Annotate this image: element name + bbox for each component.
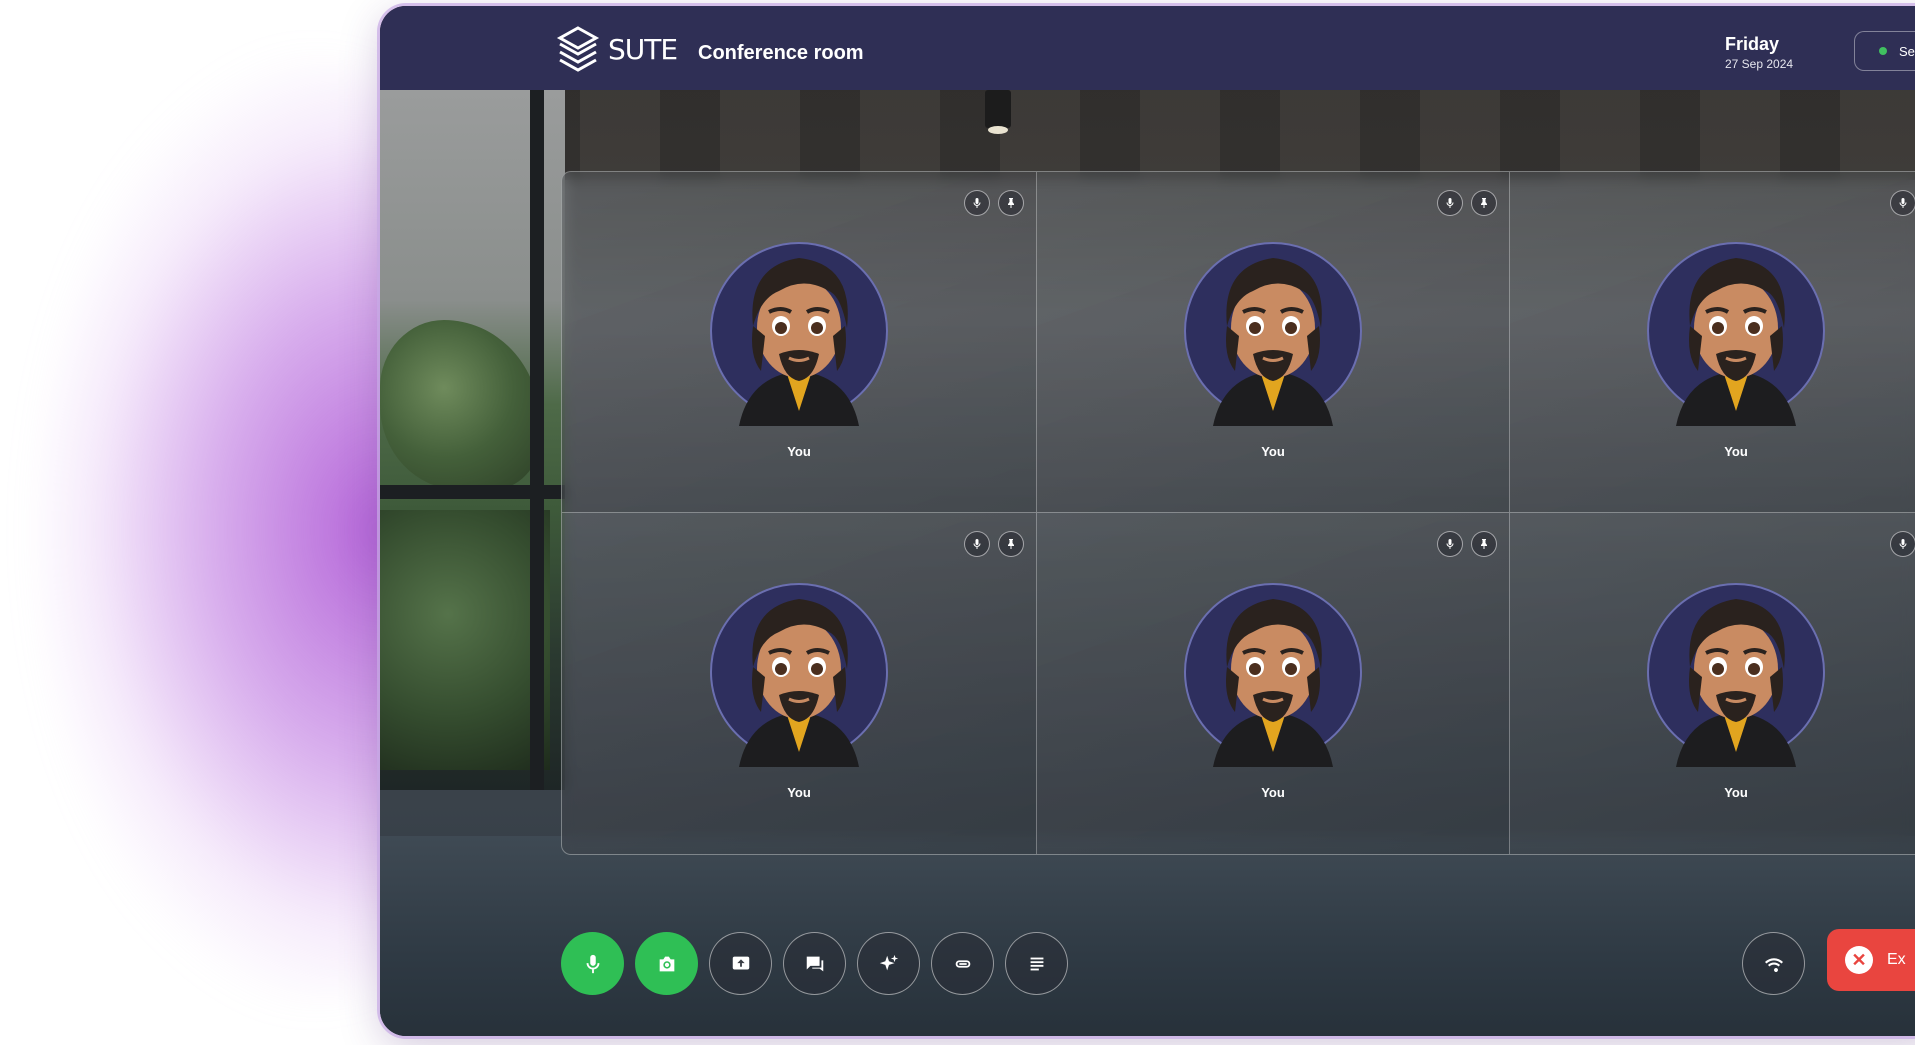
status-button[interactable]: Se <box>1854 31 1915 71</box>
link-icon <box>955 959 970 968</box>
share-screen-icon <box>732 956 749 969</box>
pin-icon <box>1481 198 1487 208</box>
wifi-icon <box>1764 957 1783 972</box>
chat-icon <box>806 956 823 971</box>
room-title: Conference room <box>698 42 864 64</box>
tile-mic-button[interactable] <box>1437 190 1463 216</box>
status-label: Se <box>1899 43 1915 59</box>
camera-button[interactable] <box>635 932 698 995</box>
tile-actions <box>1437 531 1497 557</box>
tile-actions <box>964 190 1024 216</box>
window-background <box>380 90 565 790</box>
date-label: 27 Sep 2024 <box>1725 57 1794 71</box>
pin-icon <box>1008 198 1014 208</box>
share-screen-button[interactable] <box>709 932 772 995</box>
call-controls <box>561 932 1068 995</box>
tile-pin-button[interactable] <box>998 190 1024 216</box>
brand-logo[interactable]: SUTE <box>556 26 678 72</box>
tile-pin-button[interactable] <box>1471 190 1497 216</box>
avatar <box>709 577 889 767</box>
microphone-icon <box>1899 198 1907 208</box>
app-window: SUTE Conference room Friday 27 Sep 2024 … <box>380 6 1915 1036</box>
notes-button[interactable] <box>1005 932 1068 995</box>
participant-tile[interactable]: You <box>1510 513 1915 854</box>
tile-mic-button[interactable] <box>1890 190 1915 216</box>
avatar <box>709 236 889 426</box>
tile-pin-button[interactable] <box>1471 531 1497 557</box>
tile-mic-button[interactable] <box>964 531 990 557</box>
tile-mic-button[interactable] <box>1437 531 1463 557</box>
participant-name: You <box>787 785 811 800</box>
participant-tile[interactable]: You <box>1037 172 1510 513</box>
avatar <box>1183 236 1363 426</box>
camera-icon <box>659 956 674 971</box>
microphone-icon <box>1899 539 1907 549</box>
logo-icon <box>556 26 600 72</box>
notes-icon <box>1030 957 1043 970</box>
participant-name: You <box>1261 444 1285 459</box>
sparkle-icon <box>879 954 898 970</box>
tile-actions <box>1437 190 1497 216</box>
microphone-icon <box>973 539 981 549</box>
tile-pin-button[interactable] <box>998 531 1024 557</box>
top-bar: SUTE Conference room Friday 27 Sep 2024 … <box>380 6 1915 90</box>
tile-actions <box>1890 190 1915 216</box>
close-icon: ✕ <box>1845 946 1873 974</box>
participant-tile[interactable]: You <box>1510 172 1915 513</box>
date-display: Friday 27 Sep 2024 <box>1725 34 1793 71</box>
microphone-icon <box>586 954 599 973</box>
avatar <box>1646 577 1826 767</box>
effects-button[interactable] <box>857 932 920 995</box>
copy-link-button[interactable] <box>931 932 994 995</box>
day-label: Friday <box>1725 34 1780 54</box>
pin-icon <box>1008 539 1014 549</box>
pin-icon <box>1481 539 1487 549</box>
participant-tile[interactable]: You <box>562 172 1037 513</box>
participant-tile[interactable]: You <box>562 513 1037 854</box>
exit-button[interactable]: ✕ Ex <box>1827 929 1915 991</box>
status-dot-icon <box>1879 47 1887 55</box>
participant-name: You <box>1724 444 1748 459</box>
participant-grid: You You You You You You <box>561 171 1915 855</box>
chat-button[interactable] <box>783 932 846 995</box>
exit-label: Ex <box>1887 951 1906 968</box>
participant-name: You <box>1724 785 1748 800</box>
participant-name: You <box>1261 785 1285 800</box>
avatar <box>1183 577 1363 767</box>
microphone-icon <box>973 198 981 208</box>
tile-actions <box>964 531 1024 557</box>
microphone-icon <box>1446 198 1454 208</box>
participant-name: You <box>787 444 811 459</box>
avatar <box>1646 236 1826 426</box>
tile-mic-button[interactable] <box>1890 531 1915 557</box>
mic-button[interactable] <box>561 932 624 995</box>
microphone-icon <box>1446 539 1454 549</box>
tile-mic-button[interactable] <box>964 190 990 216</box>
network-button[interactable] <box>1742 932 1805 995</box>
participant-tile[interactable]: You <box>1037 513 1510 854</box>
tile-actions <box>1890 531 1915 557</box>
brand-wordmark: SUTE <box>608 32 678 66</box>
